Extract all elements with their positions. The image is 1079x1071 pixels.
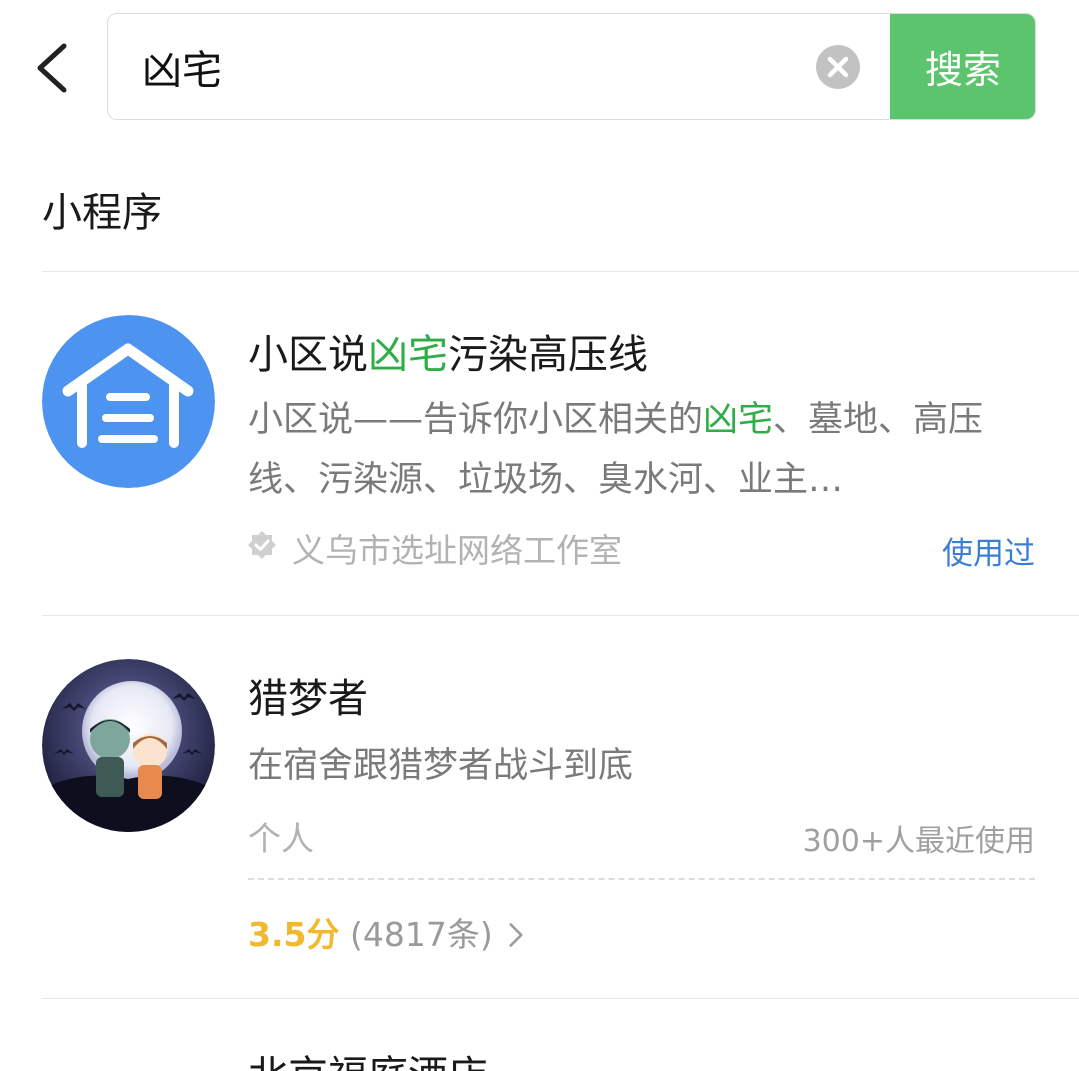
result-item[interactable]: 猎梦者 在宿舍跟猎梦者战斗到底 个人 300+人最近使用 3.5分 (4817条… (0, 616, 1079, 998)
rating-link[interactable]: 3.5分 (4817条) (248, 908, 525, 956)
result-title: 猎梦者 (248, 676, 368, 722)
used-status: 使用过 (942, 536, 1035, 572)
search-bar: 搜索 (107, 13, 1036, 120)
chevron-right-icon (509, 923, 523, 947)
publisher-name: 个人 (248, 819, 314, 858)
result-title: 北京福庭酒店 (248, 1043, 488, 1071)
title-text: 小区说 (248, 332, 368, 378)
recent-users: 300+人最近使用 (802, 824, 1035, 859)
title-highlight: 凶宅 (368, 332, 448, 378)
back-arrow-icon[interactable] (30, 40, 78, 96)
rating-score: 3.5分 (248, 915, 340, 954)
moon-night-avatar (42, 659, 215, 832)
result-title: 小区说凶宅污染高压线 (248, 322, 648, 380)
house-icon (42, 315, 215, 488)
dashed-divider (248, 878, 1035, 880)
title-text: 污染高压线 (448, 332, 648, 378)
search-button[interactable]: 搜索 (890, 14, 1035, 119)
desc-highlight: 凶宅 (703, 400, 774, 440)
result-item[interactable]: 北京福庭酒店 (0, 999, 1079, 1071)
result-description: 小区说——告诉你小区相关的凶宅、墓地、高压线、污染源、垃圾场、臭水河、业主… (248, 390, 1038, 510)
result-item[interactable]: 小区说凶宅污染高压线 小区说——告诉你小区相关的凶宅、墓地、高压线、污染源、垃圾… (0, 272, 1079, 615)
clear-icon[interactable] (816, 45, 860, 89)
desc-text: 小区说——告诉你小区相关的 (248, 400, 704, 440)
search-input[interactable] (142, 14, 802, 119)
publisher-name: 义乌市选址网络工作室 (292, 531, 622, 570)
result-description: 在宿舍跟猎梦者战斗到底 (248, 746, 634, 786)
rating-count: (4817条) (349, 915, 493, 954)
verified-badge-icon (248, 531, 276, 559)
section-title: 小程序 (42, 190, 162, 236)
